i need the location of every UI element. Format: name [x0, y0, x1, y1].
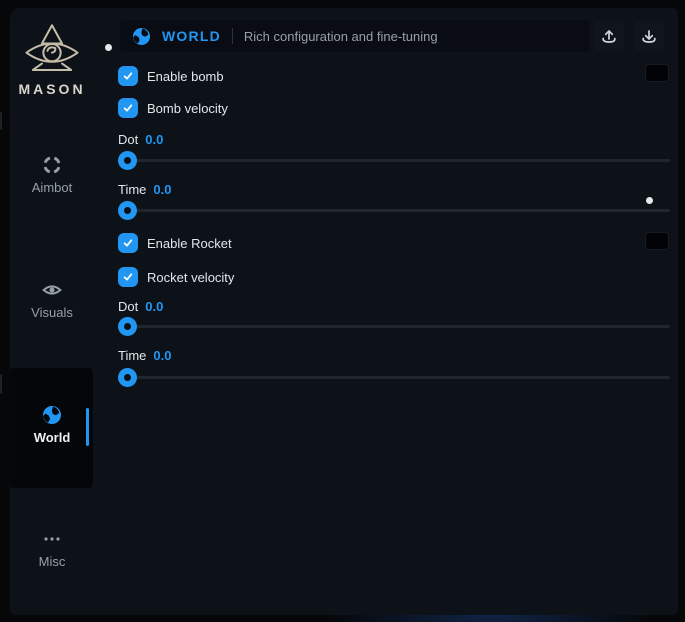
- bomb-velocity-label: Bomb velocity: [147, 101, 228, 116]
- cheat-menu-window: MASON Aimbot Visuals World: [10, 8, 678, 615]
- upload-icon: [600, 27, 618, 45]
- page-subtitle: Rich configuration and fine-tuning: [244, 29, 438, 44]
- bomb-velocity-row[interactable]: Bomb velocity: [118, 97, 228, 119]
- check-icon: [122, 271, 134, 283]
- sidebar-item-label: Aimbot: [32, 180, 72, 195]
- screen: MASON Aimbot Visuals World: [0, 0, 685, 622]
- page-title: WORLD: [162, 28, 221, 44]
- background-artifact: [0, 374, 2, 394]
- rocket-time-slider-label: Time 0.0: [118, 348, 171, 363]
- cursor-dot: [105, 44, 112, 51]
- sidebar-item-world[interactable]: World: [10, 405, 94, 445]
- slider-name: Time: [118, 182, 146, 197]
- rocket-color-swatch[interactable]: [645, 232, 669, 250]
- rocket-velocity-label: Rocket velocity: [147, 270, 234, 285]
- slider-value: 0.0: [153, 182, 171, 197]
- globe-icon: [132, 27, 151, 46]
- slider-knob[interactable]: [118, 151, 137, 170]
- globe-icon: [42, 405, 62, 425]
- eye-icon: [42, 280, 62, 300]
- load-config-button[interactable]: [594, 21, 624, 51]
- save-config-button[interactable]: [634, 21, 664, 51]
- sidebar-item-aimbot[interactable]: Aimbot: [10, 155, 94, 195]
- cursor-dot: [646, 197, 653, 204]
- check-icon: [122, 102, 134, 114]
- slider-knob[interactable]: [118, 317, 137, 336]
- check-icon: [122, 237, 134, 249]
- sidebar-item-label: World: [34, 430, 71, 445]
- slider-knob[interactable]: [118, 201, 137, 220]
- slider-value: 0.0: [145, 132, 163, 147]
- app-logo: MASON: [10, 22, 94, 97]
- page-header: WORLD Rich configuration and fine-tuning: [120, 20, 590, 52]
- rocket-time-slider[interactable]: [118, 368, 670, 387]
- check-icon: [122, 70, 134, 82]
- slider-track[interactable]: [118, 376, 670, 379]
- rocket-velocity-checkbox[interactable]: [118, 267, 138, 287]
- slider-track[interactable]: [118, 325, 670, 328]
- sidebar-item-label: Visuals: [31, 305, 73, 320]
- sidebar-item-misc[interactable]: Misc: [10, 529, 94, 569]
- bomb-dot-slider[interactable]: [118, 151, 670, 170]
- slider-value: 0.0: [145, 299, 163, 314]
- rocket-dot-slider-label: Dot 0.0: [118, 299, 163, 314]
- header-divider: [232, 28, 233, 44]
- crosshair-icon: [42, 155, 62, 175]
- enable-bomb-label: Enable bomb: [147, 69, 224, 84]
- sidebar-item-visuals[interactable]: Visuals: [10, 280, 94, 320]
- slider-name: Dot: [118, 299, 138, 314]
- enable-rocket-label: Enable Rocket: [147, 236, 232, 251]
- slider-name: Dot: [118, 132, 138, 147]
- background-artifact: [0, 112, 2, 130]
- ellipsis-icon: [42, 529, 62, 549]
- slider-value: 0.0: [153, 348, 171, 363]
- download-icon: [640, 27, 658, 45]
- bomb-velocity-checkbox[interactable]: [118, 98, 138, 118]
- enable-rocket-checkbox[interactable]: [118, 233, 138, 253]
- enable-bomb-checkbox[interactable]: [118, 66, 138, 86]
- rocket-dot-slider[interactable]: [118, 317, 670, 336]
- slider-knob[interactable]: [118, 368, 137, 387]
- active-tab-indicator: [86, 408, 89, 446]
- bomb-dot-slider-label: Dot 0.0: [118, 132, 163, 147]
- enable-rocket-row[interactable]: Enable Rocket: [118, 232, 232, 254]
- bomb-time-slider[interactable]: [118, 201, 670, 220]
- slider-track[interactable]: [118, 209, 670, 212]
- masonic-eye-logo-icon: [21, 22, 83, 76]
- bomb-time-slider-label: Time 0.0: [118, 182, 171, 197]
- app-title: MASON: [18, 81, 85, 97]
- rocket-velocity-row[interactable]: Rocket velocity: [118, 266, 234, 288]
- sidebar-item-label: Misc: [39, 554, 66, 569]
- bomb-color-swatch[interactable]: [645, 64, 669, 82]
- enable-bomb-row[interactable]: Enable bomb: [118, 65, 224, 87]
- slider-track[interactable]: [118, 159, 670, 162]
- slider-name: Time: [118, 348, 146, 363]
